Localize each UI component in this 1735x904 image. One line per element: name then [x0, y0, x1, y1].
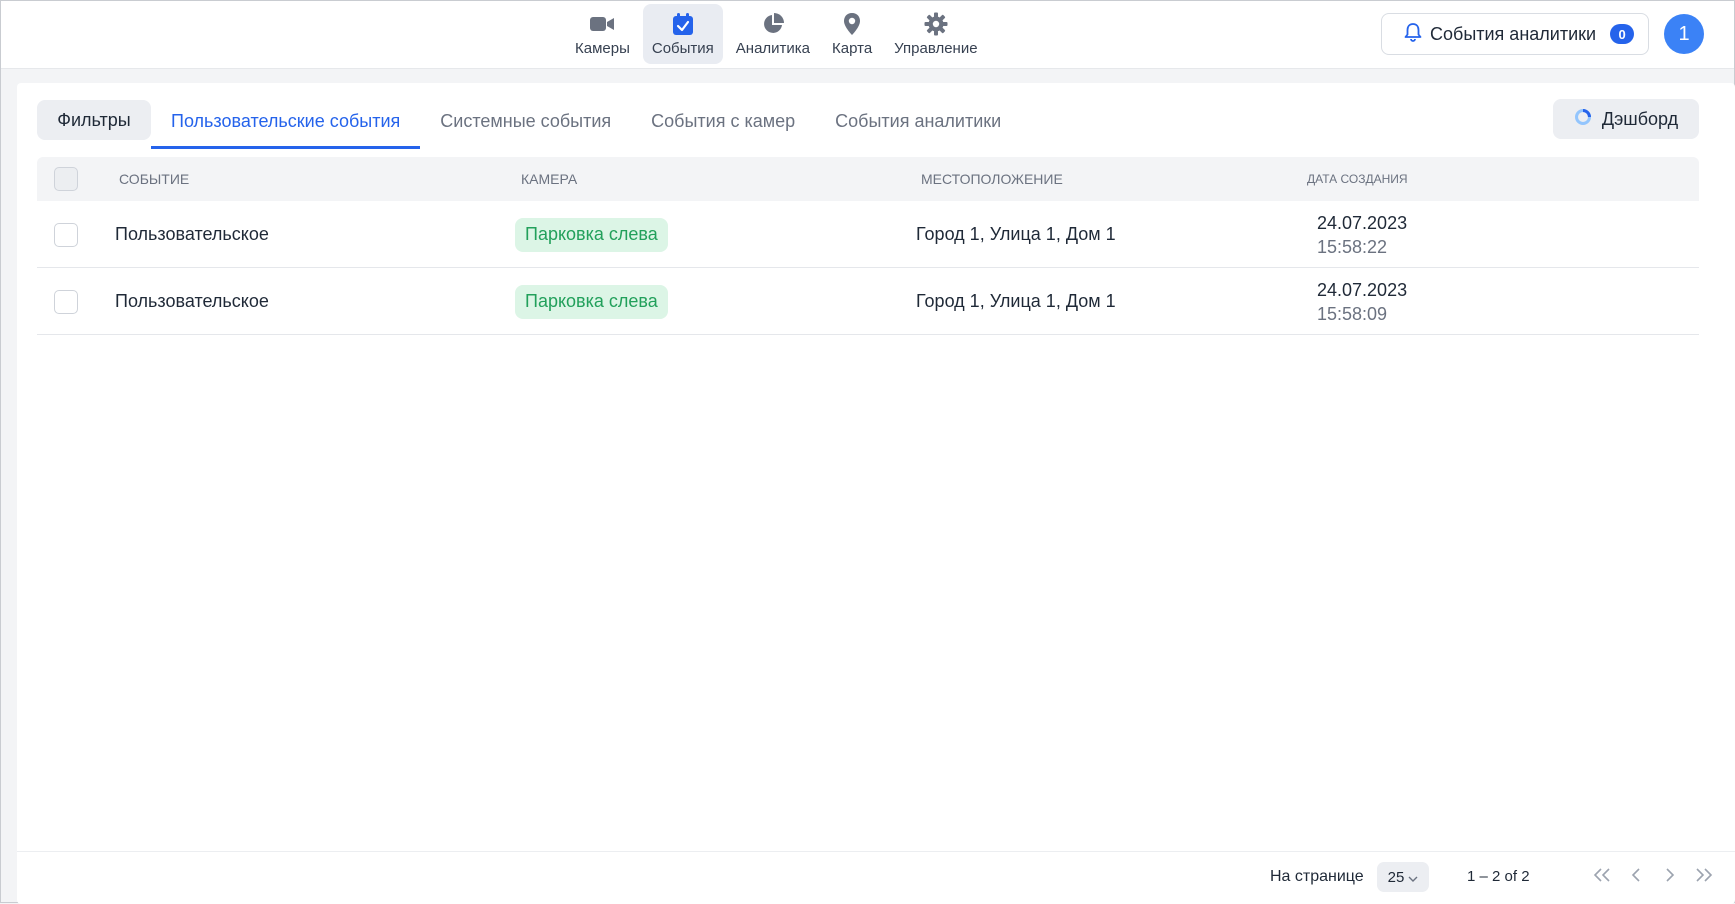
- chevron-left-icon: [1630, 867, 1642, 888]
- map-pin-icon: [839, 11, 865, 37]
- select-all-cell: [54, 157, 78, 201]
- nav-label: Камеры: [575, 40, 630, 57]
- per-page-label: На странице: [1270, 868, 1364, 885]
- chevron-right-icon: [1664, 867, 1676, 888]
- nav-label: Карта: [832, 40, 873, 57]
- nav-item-cameras[interactable]: Камеры: [566, 4, 639, 64]
- created-time: 15:58:22: [1317, 236, 1388, 257]
- chevron-down-icon: [1408, 869, 1418, 886]
- column-header-created-date[interactable]: Дата создания: [1307, 157, 1408, 201]
- top-bar: Камеры События Аналитика Карта Управлени…: [1, 1, 1734, 69]
- table-row[interactable]: Пользовательское Парковка слева Город 1,…: [37, 201, 1699, 268]
- tab-user-events[interactable]: Пользовательские события: [151, 97, 421, 149]
- event-type-cell: Пользовательское: [115, 291, 269, 311]
- row-select-cell: [54, 268, 78, 335]
- bell-icon: [1404, 22, 1422, 47]
- column-header-camera[interactable]: Камера: [521, 157, 577, 201]
- pie-chart-icon: [760, 11, 786, 37]
- event-type-cell: Пользовательское: [115, 224, 269, 244]
- row-select-cell: [54, 201, 78, 268]
- main-nav: Камеры События Аналитика Карта Управлени…: [566, 4, 987, 64]
- pagination-bar: На странице 25 1 – 2 of 2: [17, 851, 1735, 904]
- events-table: Событие Камера Местоположение Дата созда…: [37, 157, 1699, 335]
- user-avatar[interactable]: 1: [1664, 14, 1704, 54]
- first-page-button[interactable]: [1589, 862, 1615, 892]
- double-chevron-right-icon: [1694, 867, 1714, 888]
- created-date-cell: 24.07.2023 15:58:09: [1317, 268, 1407, 335]
- select-all-checkbox[interactable]: [54, 167, 78, 191]
- row-checkbox[interactable]: [54, 222, 78, 247]
- camera-cell: Парковка слева: [515, 201, 668, 268]
- tab-system-events[interactable]: Системные события: [420, 97, 631, 149]
- nav-item-analytics[interactable]: Аналитика: [727, 4, 819, 64]
- column-header-event[interactable]: Событие: [119, 157, 189, 201]
- next-page-button[interactable]: [1657, 862, 1683, 892]
- analytics-events-label: События аналитики: [1430, 23, 1597, 44]
- gear-icon: [923, 11, 949, 37]
- tab-analytics-events[interactable]: События аналитики: [815, 97, 1021, 149]
- page-range-label: 1 – 2 of 2: [1467, 868, 1530, 885]
- created-time: 15:58:09: [1317, 303, 1388, 324]
- table-header: Событие Камера Местоположение Дата созда…: [37, 157, 1699, 201]
- camera-tag[interactable]: Парковка слева: [515, 217, 668, 252]
- camera-cell: Парковка слева: [515, 268, 668, 335]
- analytics-events-button[interactable]: События аналитики 0: [1381, 13, 1649, 55]
- analytics-events-count-badge: 0: [1610, 24, 1635, 44]
- events-panel: Фильтры Пользовательские события Системн…: [17, 83, 1735, 904]
- per-page-value: 25: [1387, 868, 1405, 886]
- nav-label: События: [651, 40, 714, 57]
- created-date: 24.07.2023: [1317, 279, 1408, 300]
- nav-label: Аналитика: [735, 40, 811, 57]
- dashboard-button[interactable]: Дэшборд: [1553, 99, 1699, 139]
- nav-item-map[interactable]: Карта: [823, 4, 881, 64]
- double-chevron-left-icon: [1592, 867, 1612, 888]
- camera-tag[interactable]: Парковка слева: [515, 284, 668, 319]
- created-date: 24.07.2023: [1317, 212, 1408, 233]
- previous-page-button[interactable]: [1623, 862, 1649, 892]
- app-window: Камеры События Аналитика Карта Управлени…: [0, 0, 1735, 904]
- dashboard-ring-icon: [1574, 108, 1592, 131]
- column-header-location[interactable]: Местоположение: [921, 157, 1063, 201]
- event-tabs: Пользовательские события Системные событ…: [151, 97, 1021, 149]
- table-row[interactable]: Пользовательское Парковка слева Город 1,…: [37, 268, 1699, 335]
- per-page-select[interactable]: 25: [1377, 862, 1429, 892]
- calendar-check-icon: [670, 11, 696, 37]
- created-date-cell: 24.07.2023 15:58:22: [1317, 201, 1407, 268]
- filters-button[interactable]: Фильтры: [37, 100, 151, 140]
- nav-item-events[interactable]: События: [642, 4, 723, 64]
- last-page-button[interactable]: [1691, 862, 1717, 892]
- dashboard-label: Дэшборд: [1601, 108, 1679, 129]
- location-cell: Город 1, Улица 1, Дом 1: [916, 224, 1116, 244]
- tab-camera-events[interactable]: События с камер: [631, 97, 815, 149]
- video-camera-icon: [589, 11, 615, 37]
- row-checkbox[interactable]: [54, 289, 78, 314]
- nav-item-management[interactable]: Управление: [885, 4, 986, 64]
- nav-label: Управление: [894, 40, 978, 57]
- location-cell: Город 1, Улица 1, Дом 1: [916, 291, 1116, 311]
- pager-controls: [1589, 862, 1717, 892]
